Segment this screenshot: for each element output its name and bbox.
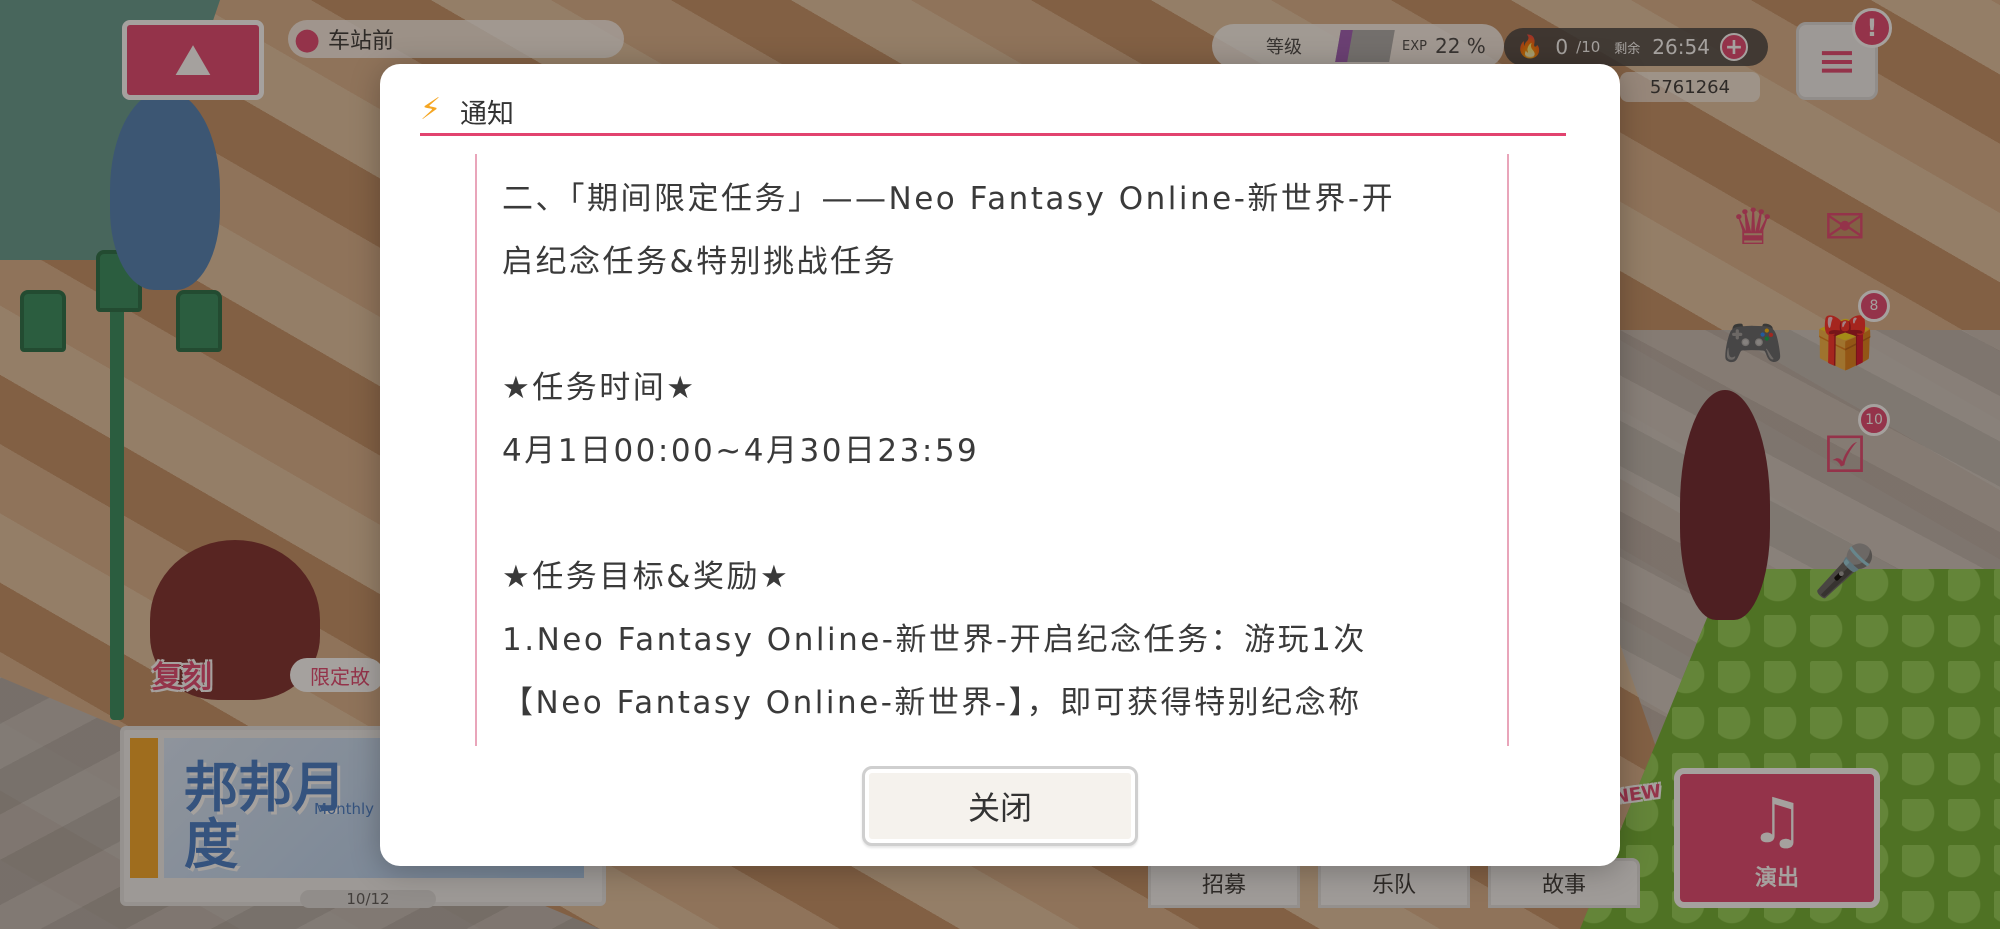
notice-line xyxy=(502,294,1487,357)
notice-line: 二、「期间限定任务」——Neo Fantasy Online-新世界-开 xyxy=(502,181,1396,217)
dialog-header: ⚡ 通知 xyxy=(420,90,1566,136)
dialog-title: 通知 xyxy=(460,99,514,130)
notice-line: 4月1日00:00~4月30日23:59 xyxy=(502,433,980,469)
close-button[interactable]: 关闭 xyxy=(862,766,1138,846)
notice-dialog: ⚡ 通知 二、「期间限定任务」——Neo Fantasy Online-新世界-… xyxy=(380,64,1620,866)
notice-line: ★任务时间★ xyxy=(502,370,697,406)
notice-line: 启纪念任务&特别挑战任务 xyxy=(502,244,898,280)
notice-line: 【Neo Fantasy Online-新世界-】，即可获得特别纪念称 xyxy=(502,685,1362,721)
notice-content: 二、「期间限定任务」——Neo Fantasy Online-新世界-开 启纪念任… xyxy=(477,154,1507,735)
notice-line: ★任务目标&奖励★ xyxy=(502,559,791,595)
notice-content-scroll[interactable]: 二、「期间限定任务」——Neo Fantasy Online-新世界-开 启纪念任… xyxy=(475,154,1509,746)
notice-line: 1.Neo Fantasy Online-新世界-开启纪念任务：游玩1次 xyxy=(502,622,1367,658)
lightning-icon: ⚡ xyxy=(420,92,442,127)
notice-line xyxy=(502,483,1487,546)
